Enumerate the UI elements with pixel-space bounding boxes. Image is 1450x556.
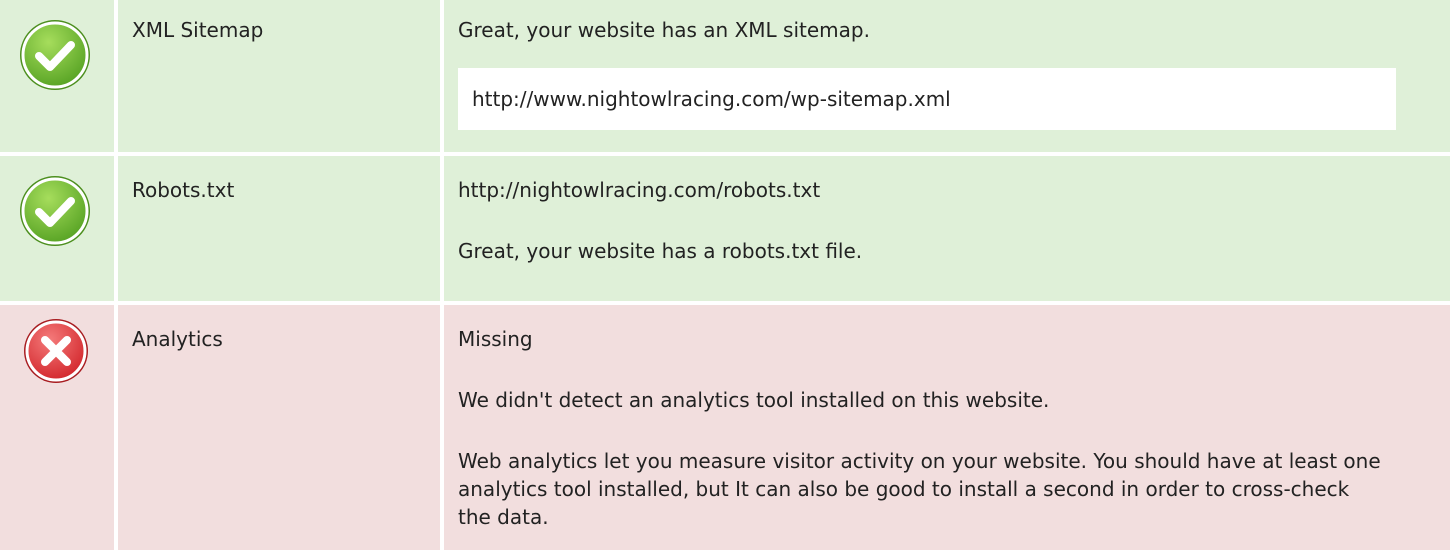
report-row-xml-sitemap: XML Sitemap Great, your website has an X…	[0, 0, 1450, 152]
cross-icon	[22, 317, 90, 385]
check-message: Great, your website has an XML sitemap.	[458, 18, 870, 42]
check-message: We didn't detect an analytics tool insta…	[458, 388, 1050, 412]
sitemap-url: http://www.nightowlracing.com/wp-sitemap…	[458, 68, 1396, 130]
check-name: Robots.txt	[118, 156, 440, 301]
status-cell	[0, 305, 114, 550]
check-result: Missing	[458, 327, 533, 351]
robots-url: http://nightowlracing.com/robots.txt	[458, 178, 821, 202]
check-name: XML Sitemap	[118, 0, 440, 152]
check-explanation: Web analytics let you measure visitor ac…	[458, 449, 1381, 529]
seo-report-table: XML Sitemap Great, your website has an X…	[0, 0, 1450, 550]
report-row-analytics: Analytics Missing We didn't detect an an…	[0, 305, 1450, 550]
checkmark-icon	[18, 174, 92, 248]
check-message: Great, your website has a robots.txt fil…	[458, 239, 863, 263]
report-row-robots-txt: Robots.txt http://nightowlracing.com/rob…	[0, 156, 1450, 301]
status-cell	[0, 0, 114, 152]
check-details: Great, your website has an XML sitemap. …	[444, 0, 1450, 152]
checkmark-icon	[18, 18, 92, 92]
status-cell	[0, 156, 114, 301]
check-details: Missing We didn't detect an analytics to…	[444, 305, 1450, 550]
check-name: Analytics	[118, 305, 440, 550]
check-details: http://nightowlracing.com/robots.txt Gre…	[444, 156, 1450, 301]
